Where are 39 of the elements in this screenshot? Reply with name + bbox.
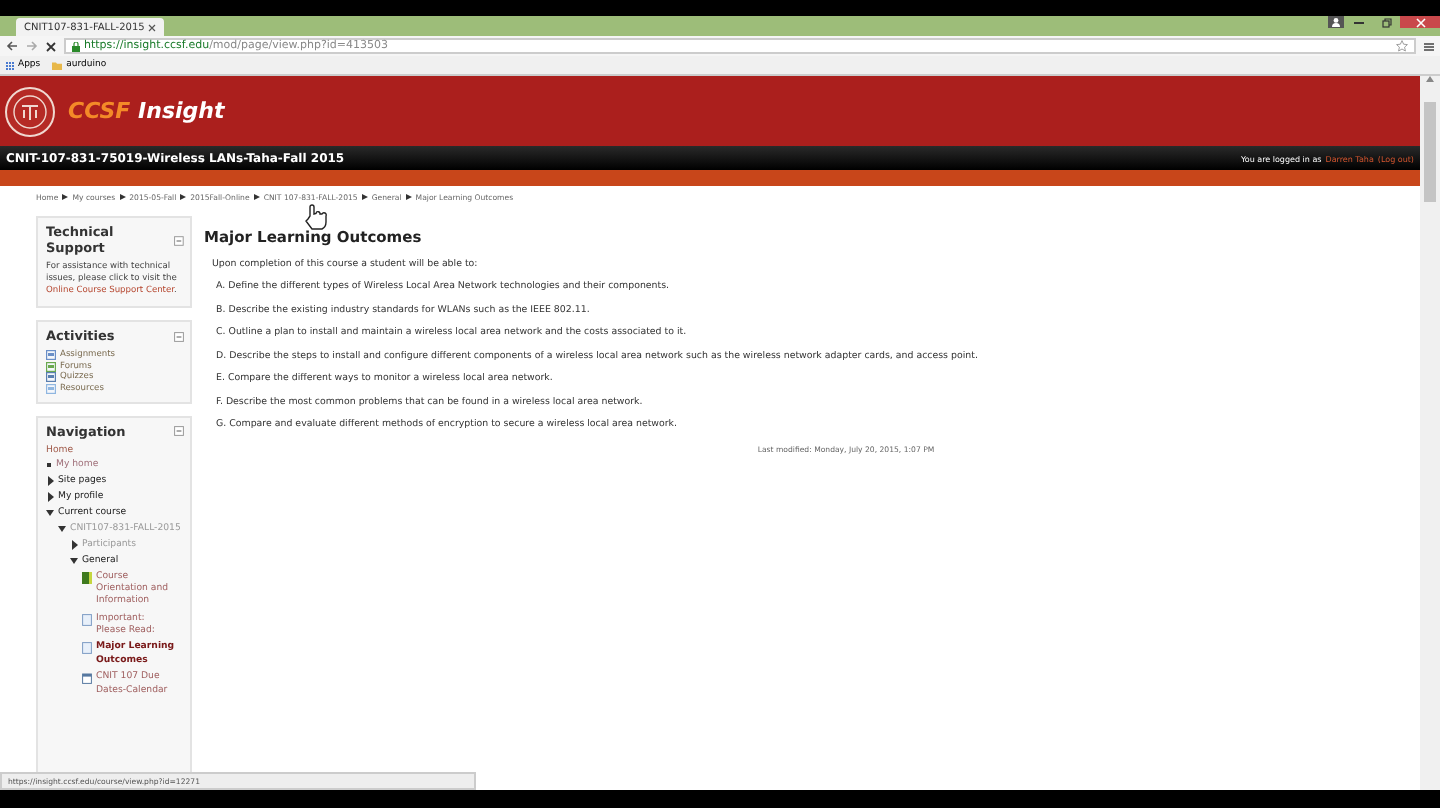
separator-arrow-icon — [405, 194, 412, 200]
lock-icon — [72, 41, 80, 51]
page-icon — [82, 642, 92, 655]
close-icon[interactable] — [148, 23, 156, 31]
book-icon — [82, 571, 92, 584]
apps-grid-icon — [6, 61, 14, 69]
forum-icon — [46, 361, 56, 372]
assignment-icon — [46, 350, 56, 361]
star-icon[interactable] — [1396, 40, 1408, 52]
collapse-block-icon[interactable] — [174, 426, 184, 437]
quiz-icon — [46, 372, 56, 383]
menu-icon[interactable] — [1424, 41, 1434, 51]
back-arrow-icon[interactable] — [6, 40, 18, 52]
bullet-icon — [46, 462, 52, 469]
hand-cursor-icon — [304, 204, 328, 230]
user-icon[interactable] — [1328, 16, 1344, 28]
expanded-triangle-icon[interactable] — [70, 556, 78, 567]
separator-arrow-icon — [119, 194, 126, 200]
seal-logo-icon[interactable] — [4, 85, 56, 137]
separator-arrow-icon — [361, 194, 368, 200]
collapse-block-icon[interactable] — [174, 331, 184, 342]
minimize-icon[interactable] — [1353, 20, 1363, 24]
expanded-triangle-icon[interactable] — [58, 524, 66, 535]
stop-icon[interactable] — [46, 41, 56, 51]
separator-arrow-icon — [253, 194, 260, 200]
separator-arrow-icon — [180, 194, 187, 200]
expanded-triangle-icon[interactable] — [46, 508, 54, 519]
folder-icon — [52, 61, 63, 69]
site-title[interactable]: CCSF Insight — [68, 98, 225, 124]
page-icon — [82, 613, 92, 626]
resource-icon — [46, 383, 56, 394]
collapsed-triangle-icon[interactable] — [46, 476, 54, 487]
restore-icon[interactable] — [1381, 17, 1391, 27]
collapsed-triangle-icon[interactable] — [46, 492, 54, 503]
scrollbar[interactable] — [1420, 76, 1440, 790]
separator-arrow-icon — [62, 194, 69, 200]
calendar-icon — [82, 672, 92, 685]
collapsed-triangle-icon[interactable] — [70, 540, 78, 551]
collapse-block-icon[interactable] — [174, 235, 184, 245]
